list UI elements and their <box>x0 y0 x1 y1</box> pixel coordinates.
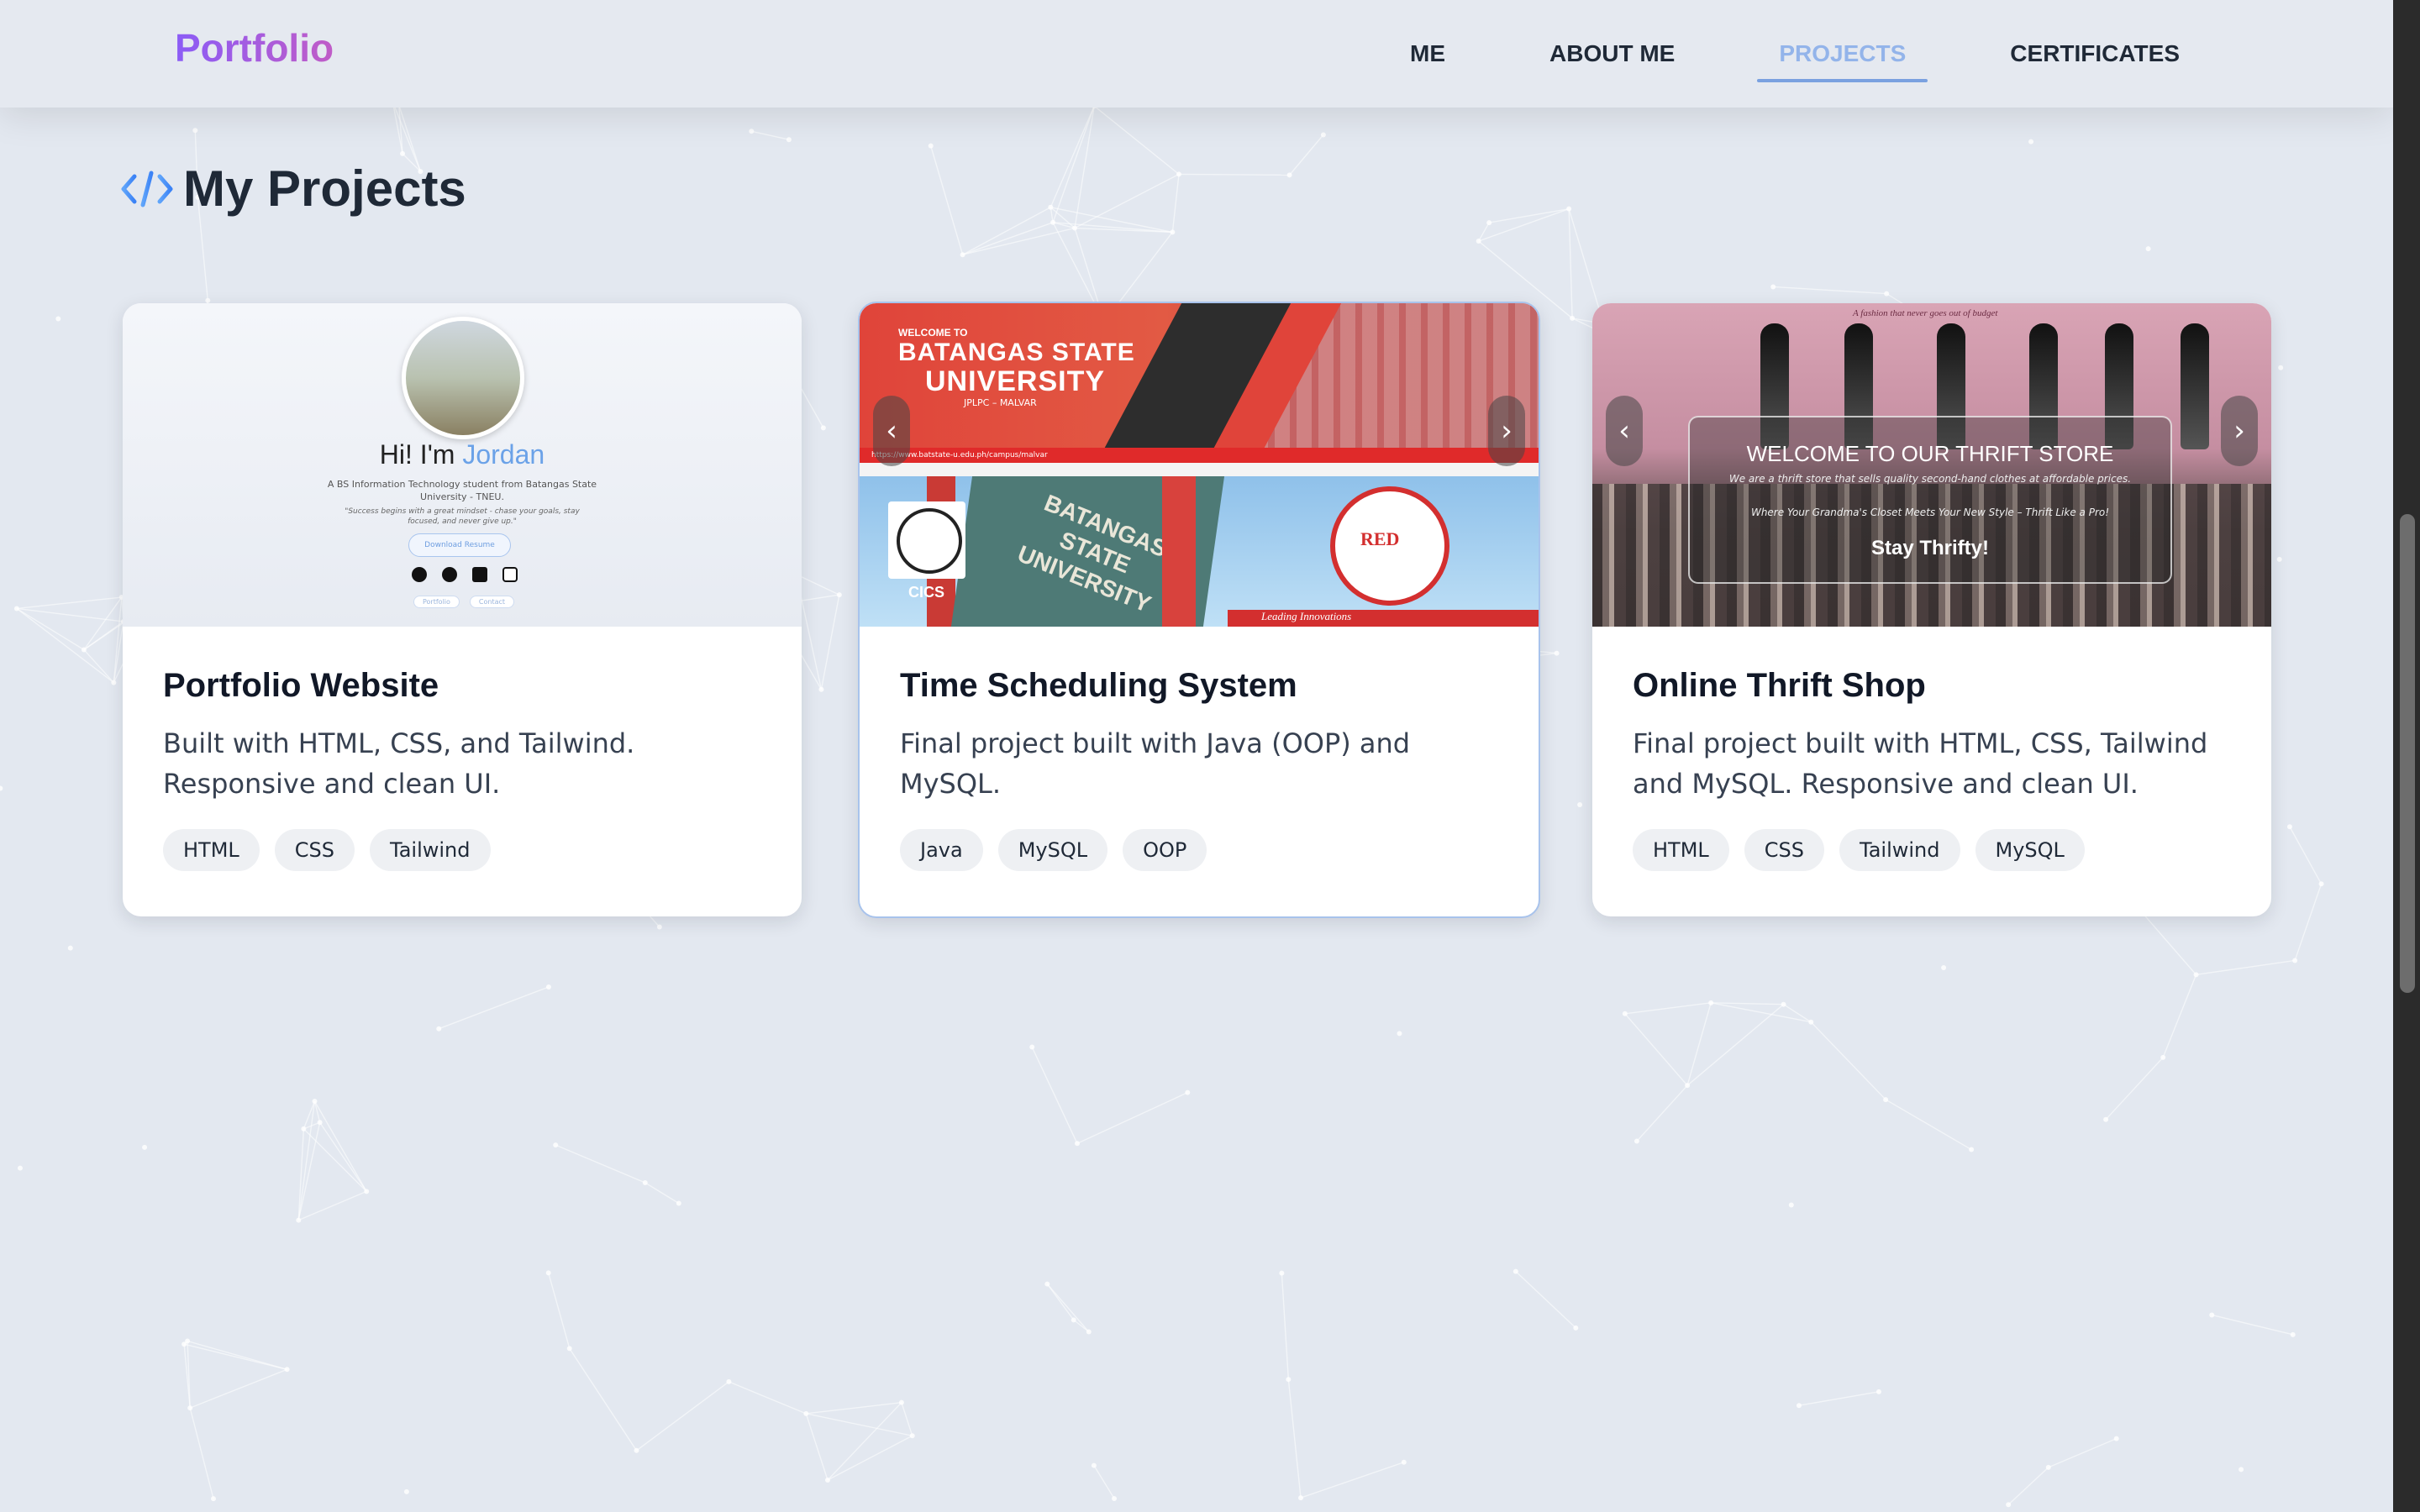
nav-link-about-me[interactable]: ABOUT ME <box>1528 29 1697 79</box>
project-title: Online Thrift Shop <box>1633 667 1926 704</box>
preview-greeting: Hi! I'm Jordan <box>379 439 545 470</box>
avatar <box>402 317 524 439</box>
code-icon <box>121 171 173 207</box>
thrift-banner: A fashion that never goes out of budget … <box>1592 303 2271 627</box>
nav-links: ME ABOUT ME PROJECTS CERTIFICATES <box>1328 0 2202 108</box>
mannequin <box>2181 323 2209 449</box>
banner-pillar <box>1162 476 1196 627</box>
scrollbar-thumb[interactable] <box>2400 514 2415 993</box>
carousel-prev-button[interactable]: ‹ <box>1606 396 1643 466</box>
thrift-cta: Stay Thrifty! <box>1870 537 1989 559</box>
section-title: My Projects <box>183 160 466 217</box>
section-header: My Projects <box>121 160 466 218</box>
preview-pills: Portfolio Contact <box>408 596 519 608</box>
project-card-time-scheduling-system[interactable]: WELCOME TO BATANGAS STATE UNIVERSITY JPL… <box>858 302 1540 918</box>
tech-tags: Java MySQL OOP <box>900 829 1498 871</box>
project-preview-carousel: WELCOME TO BATANGAS STATE UNIVERSITY JPL… <box>860 303 1539 627</box>
tech-tag: CSS <box>1744 829 1825 871</box>
tech-tag: CSS <box>274 829 355 871</box>
cics-logo <box>888 501 965 579</box>
tech-tags: HTML CSS Tailwind <box>163 829 761 871</box>
project-title: Time Scheduling System <box>900 667 1297 704</box>
thrift-top-tagline: A fashion that never goes out of budget <box>1853 308 1998 318</box>
preview-pill: Portfolio <box>413 596 460 608</box>
preview-quote: "Success begins with a great mindset - c… <box>345 507 580 526</box>
chevron-left-icon: ‹ <box>1618 414 1630 448</box>
thrift-heading: WELCOME TO OUR THRIFT STORE <box>1746 441 2114 466</box>
chevron-right-icon: › <box>2233 414 2245 448</box>
thrift-line-2: Where Your Grandma's Closet Meets Your N… <box>1750 507 2110 518</box>
nav-link-me[interactable]: ME <box>1388 29 1467 79</box>
tech-tag: Tailwind <box>1839 829 1960 871</box>
banner-campus: JPLPC – MALVAR <box>964 397 1037 408</box>
tech-tag: MySQL <box>997 829 1108 871</box>
tech-tag: HTML <box>1633 829 1729 871</box>
nav-link-projects[interactable]: PROJECTS <box>1757 29 1928 82</box>
instagram-icon <box>502 567 518 582</box>
project-card-online-thrift-shop[interactable]: A fashion that never goes out of budget … <box>1592 303 2271 916</box>
nav-link-certificates[interactable]: CERTIFICATES <box>1988 29 2202 79</box>
linkedin-icon <box>472 567 487 582</box>
project-title: Portfolio Website <box>163 667 439 704</box>
github-icon <box>442 567 457 582</box>
project-preview-carousel: A fashion that never goes out of budget … <box>1592 303 2271 627</box>
banner-bottom: BATANGAS STATE UNIVERSITY CICS RED Leadi… <box>860 476 1539 627</box>
scrollbar[interactable] <box>2393 0 2420 1512</box>
preview-social-icons <box>404 567 525 582</box>
preview-pill: Contact <box>469 596 515 608</box>
tech-tag: Tailwind <box>370 829 491 871</box>
banner-welcome: WELCOME TO <box>898 327 968 339</box>
thrift-line-1: We are a thrift store that sells quality… <box>1728 473 2132 485</box>
project-description: Built with HTML, CSS, and Tailwind. Resp… <box>163 727 635 800</box>
tech-tag: Java <box>900 829 983 871</box>
banner-top: WELCOME TO BATANGAS STATE UNIVERSITY JPL… <box>860 303 1539 463</box>
carousel-prev-button[interactable]: ‹ <box>873 396 910 466</box>
carousel-next-button[interactable]: › <box>1488 396 1525 466</box>
thrift-welcome-box: WELCOME TO OUR THRIFT STORE We are a thr… <box>1688 416 2172 584</box>
preview-download-button: Download Resume <box>408 533 511 557</box>
tech-tag: HTML <box>163 829 260 871</box>
cics-label: CICS <box>908 584 945 601</box>
preview-subtitle: A BS Information Technology student from… <box>327 479 597 502</box>
banner-name-line1: BATANGAS STATE <box>898 339 1135 366</box>
chevron-left-icon: ‹ <box>886 414 897 448</box>
banner-tagline: Leading Innovations <box>1228 610 1539 627</box>
navbar: Portfolio ME ABOUT ME PROJECTS CERTIFICA… <box>0 0 2393 108</box>
carousel-next-button[interactable]: › <box>2221 396 2258 466</box>
tech-tags: HTML CSS Tailwind MySQL <box>1633 829 2231 871</box>
portfolio-screenshot: Hi! I'm Jordan A BS Information Technolo… <box>123 303 802 627</box>
project-preview-image: Hi! I'm Jordan A BS Information Technolo… <box>123 303 802 627</box>
tech-tag: OOP <box>1123 829 1207 871</box>
project-description: Final project built with Java (OOP) and … <box>900 727 1411 800</box>
chevron-right-icon: › <box>1501 414 1512 448</box>
mascot-text: RED <box>1360 528 1400 549</box>
facebook-icon <box>412 567 427 582</box>
project-description: Final project built with HTML, CSS, Tail… <box>1633 727 2208 800</box>
batstate-banner: WELCOME TO BATANGAS STATE UNIVERSITY JPL… <box>860 303 1539 627</box>
banner-name-line2: UNIVERSITY <box>925 365 1106 397</box>
brand-logo[interactable]: Portfolio <box>175 25 334 71</box>
project-card-portfolio-website[interactable]: Hi! I'm Jordan A BS Information Technolo… <box>123 303 802 916</box>
tech-tag: MySQL <box>1975 829 2085 871</box>
